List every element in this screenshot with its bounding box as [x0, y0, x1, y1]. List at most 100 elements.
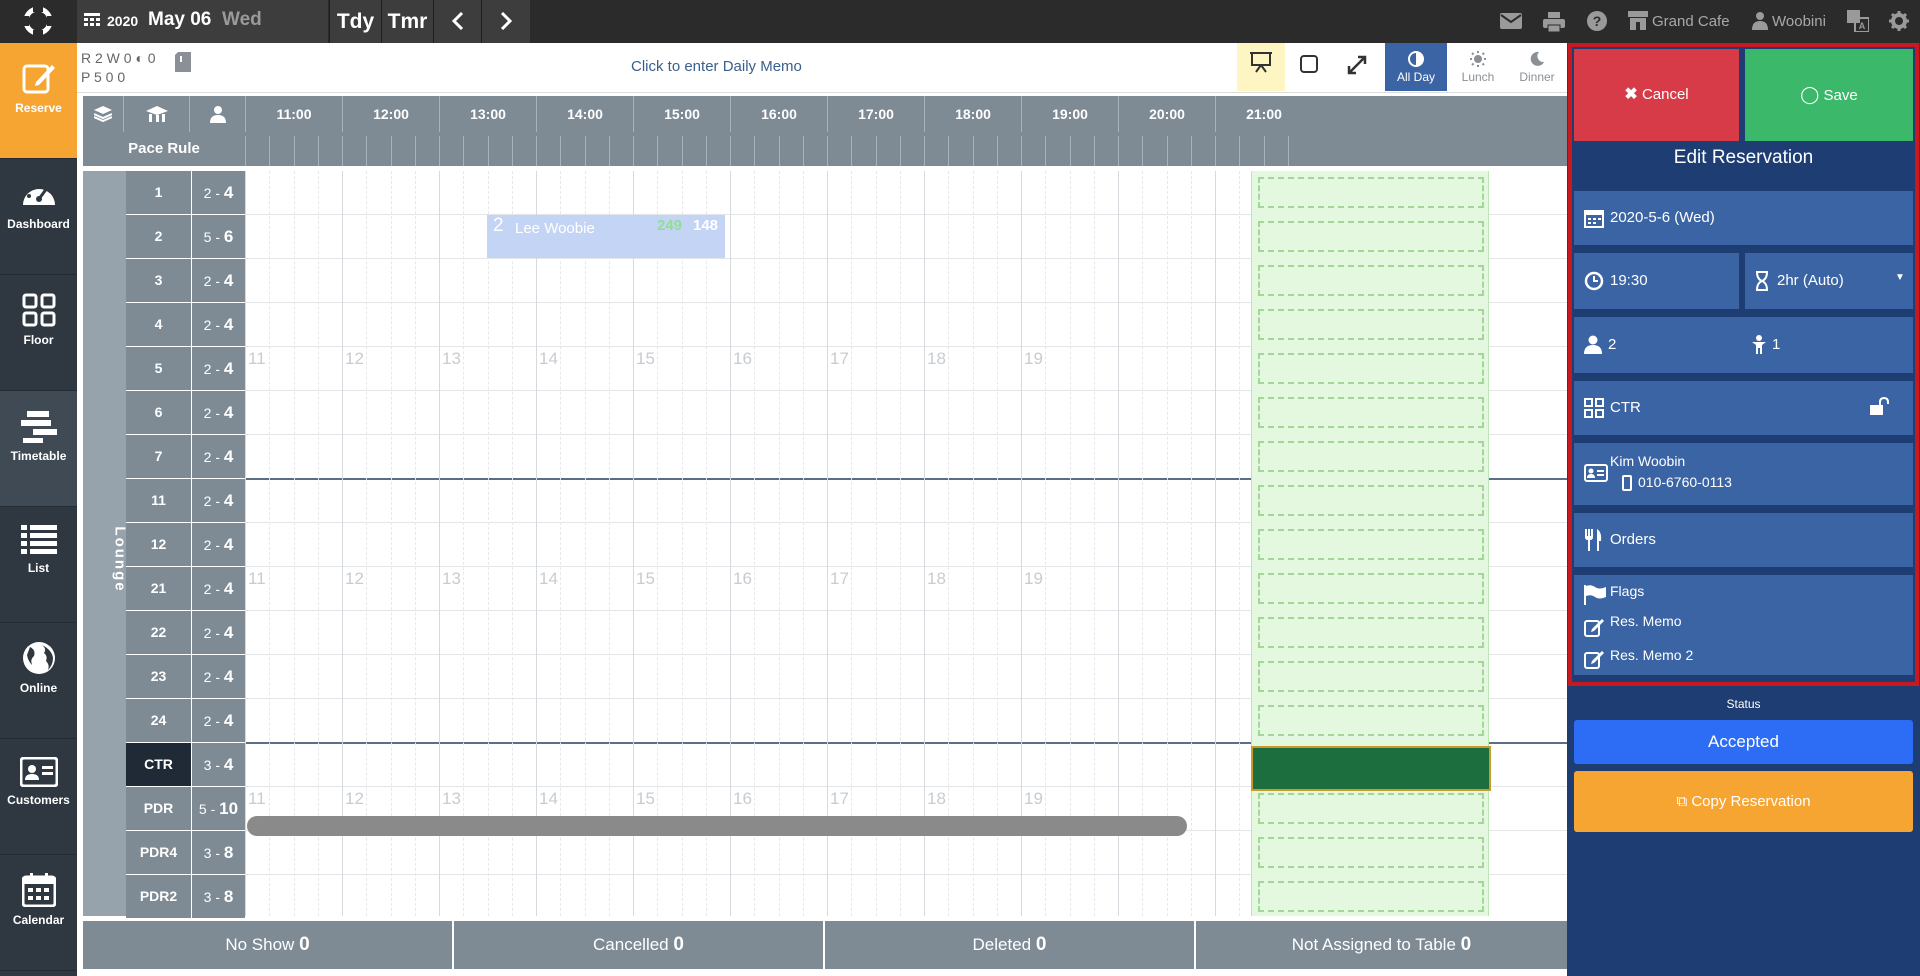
available-slot[interactable]: [1258, 793, 1484, 824]
pace-rule-cell[interactable]: [1118, 136, 1142, 166]
pace-rule-cell[interactable]: [924, 136, 948, 166]
available-slot[interactable]: [1258, 353, 1484, 384]
no-show-count[interactable]: No Show 0: [83, 921, 452, 969]
orders-field[interactable]: Orders: [1574, 513, 1913, 567]
available-slot[interactable]: [1258, 837, 1484, 868]
timetable-cells[interactable]: 11 12 13 14 15 16 17 18 19 11 12 13 14 15 16 17 18 19 11 12…: [245, 171, 1567, 916]
sidebar-item-list[interactable]: List: [0, 507, 77, 623]
pace-rule-cell[interactable]: [463, 136, 487, 166]
cancelled-count[interactable]: Cancelled 0: [454, 921, 823, 969]
pace-rule-cell[interactable]: [851, 136, 875, 166]
table-row[interactable]: 23 2 - 4: [126, 655, 245, 699]
available-slot[interactable]: [1258, 265, 1484, 296]
sidebar-item-dashboard[interactable]: Dashboard: [0, 159, 77, 275]
sidebar-item-customers[interactable]: Customers: [0, 739, 77, 855]
pace-rule-cell[interactable]: [366, 136, 390, 166]
duration-select[interactable]: 2hr (Auto) ▼: [1745, 253, 1913, 309]
selected-time-column[interactable]: [1251, 171, 1489, 916]
pace-rule-cell[interactable]: [899, 136, 924, 166]
print-icon[interactable]: [1543, 12, 1565, 32]
pace-rule-cell[interactable]: [584, 136, 609, 166]
pace-rule-cell[interactable]: [536, 136, 560, 166]
table-row[interactable]: 32 - 4: [126, 259, 245, 303]
table-row[interactable]: 52 - 4: [126, 347, 245, 391]
horizontal-scrollbar[interactable]: [247, 816, 1187, 836]
pace-rule-cell[interactable]: [1093, 136, 1118, 166]
customer-field[interactable]: Kim Woobin 010-6760-0113: [1574, 443, 1913, 505]
table-row[interactable]: PDR4 3 - 8: [126, 831, 245, 875]
res-memo-2-field[interactable]: Res. Memo 2: [1574, 641, 1913, 673]
view-lunch[interactable]: Lunch: [1451, 43, 1505, 91]
pace-rule-cell[interactable]: [390, 136, 415, 166]
unlock-icon[interactable]: [1870, 397, 1890, 415]
table-row[interactable]: 25 - 6: [126, 215, 245, 259]
table-row[interactable]: 12 2 - 4: [126, 523, 245, 567]
pace-rule-cell[interactable]: [1287, 136, 1312, 166]
table-column-header[interactable]: [123, 96, 189, 132]
pace-rule-cell[interactable]: [342, 136, 366, 166]
pace-rule-cell[interactable]: [996, 136, 1021, 166]
pace-rule-cell[interactable]: [681, 136, 706, 166]
pace-rule-cell[interactable]: [439, 136, 463, 166]
available-slot[interactable]: [1258, 573, 1484, 604]
layers-button[interactable]: [83, 96, 123, 132]
pace-rule-cell[interactable]: [948, 136, 972, 166]
available-slot[interactable]: [1258, 661, 1484, 692]
user-name[interactable]: Woobini: [1772, 0, 1826, 43]
pace-rule-cell[interactable]: [1239, 136, 1263, 166]
pace-rule-cell[interactable]: [560, 136, 584, 166]
pace-rule-cell[interactable]: [317, 136, 342, 166]
pace-rule-cell[interactable]: [487, 136, 512, 166]
pace-rule-cell[interactable]: [1069, 136, 1094, 166]
expand-button[interactable]: [1333, 43, 1381, 91]
date-selector[interactable]: 2020 May 06 Wed: [77, 0, 328, 43]
pace-rule-cell[interactable]: [778, 136, 803, 166]
cancel-button[interactable]: ✖ Cancel: [1574, 49, 1739, 141]
date-field[interactable]: 2020-5-6 (Wed): [1574, 191, 1913, 245]
sidebar-item-calendar[interactable]: Calendar: [0, 855, 77, 971]
status-accepted-button[interactable]: Accepted: [1574, 720, 1913, 764]
pace-rule-cell[interactable]: [245, 136, 269, 166]
pace-rule-cell[interactable]: [657, 136, 681, 166]
table-row[interactable]: PDR2 3 - 8: [126, 875, 245, 919]
available-slot[interactable]: [1258, 441, 1484, 472]
available-slot[interactable]: [1258, 309, 1484, 340]
selected-reservation-block[interactable]: [1251, 746, 1491, 791]
view-all-day[interactable]: All Day: [1385, 43, 1447, 91]
pace-rule-cell[interactable]: [1142, 136, 1166, 166]
pace-rule-cell[interactable]: [730, 136, 754, 166]
daily-memo[interactable]: Click to enter Daily Memo: [631, 58, 802, 75]
table-field[interactable]: CTR: [1574, 381, 1913, 435]
pace-rule-cell[interactable]: [1215, 136, 1239, 166]
available-slot[interactable]: [1258, 617, 1484, 648]
capacity-column-header[interactable]: [189, 96, 245, 132]
pace-rule-cell[interactable]: [269, 136, 293, 166]
available-slot[interactable]: [1258, 881, 1484, 912]
prev-day-button[interactable]: [433, 0, 481, 43]
logo[interactable]: [0, 0, 77, 43]
pace-rule-cell[interactable]: [1045, 136, 1069, 166]
available-slot[interactable]: [1258, 705, 1484, 736]
today-button[interactable]: Tdy: [329, 0, 381, 43]
available-slot[interactable]: [1258, 177, 1484, 208]
pace-rule-cell[interactable]: [1021, 136, 1045, 166]
flags-field[interactable]: Flags: [1574, 575, 1913, 607]
pace-rule-cell[interactable]: [511, 136, 536, 166]
next-day-button[interactable]: [481, 0, 530, 43]
pace-rule-cell[interactable]: [754, 136, 778, 166]
party-size-field[interactable]: 2 1: [1574, 317, 1913, 373]
pace-rule-cell[interactable]: [1190, 136, 1215, 166]
available-slot[interactable]: [1258, 397, 1484, 428]
table-row[interactable]: 42 - 4: [126, 303, 245, 347]
available-slot[interactable]: [1258, 485, 1484, 516]
pace-rule-cell[interactable]: [705, 136, 730, 166]
table-row[interactable]: 11 2 - 4: [126, 479, 245, 523]
sidebar-item-floor[interactable]: Floor: [0, 275, 77, 391]
venue-name[interactable]: Grand Cafe: [1652, 0, 1730, 43]
checkbox-view-button[interactable]: [1285, 43, 1333, 91]
pace-rule-cell[interactable]: [1263, 136, 1288, 166]
pace-rule-cell[interactable]: [827, 136, 851, 166]
tomorrow-button[interactable]: Tmr: [381, 0, 433, 43]
not-assigned-count[interactable]: Not Assigned to Table 0: [1196, 921, 1567, 969]
table-row[interactable]: 24 2 - 4: [126, 699, 245, 743]
